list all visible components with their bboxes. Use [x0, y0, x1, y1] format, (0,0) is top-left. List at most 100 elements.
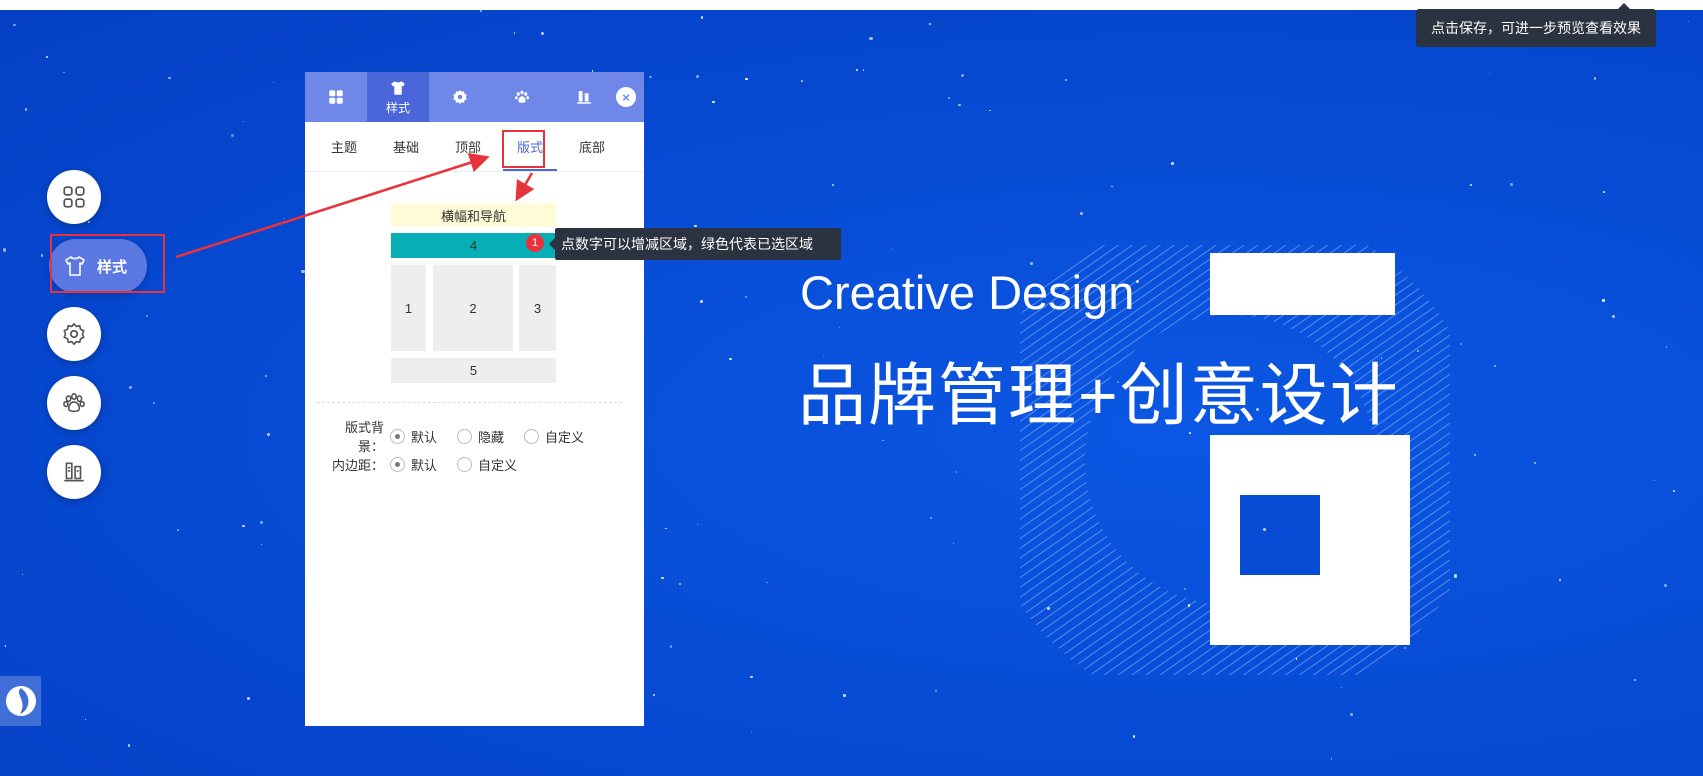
bg-custom-radio[interactable] — [524, 428, 540, 444]
star — [1687, 20, 1690, 23]
star — [84, 719, 87, 721]
star — [1345, 442, 1347, 444]
star — [264, 374, 267, 377]
star — [1672, 489, 1676, 492]
star — [947, 97, 950, 100]
panel-subtab-bar: 主题 基础 顶部 版式 底部 — [305, 122, 644, 172]
star — [750, 731, 753, 733]
paw-button[interactable] — [47, 376, 101, 430]
brand-logo[interactable] — [0, 676, 41, 726]
paw-icon — [515, 90, 529, 103]
star — [831, 183, 835, 187]
star — [1533, 462, 1536, 465]
building-icon — [64, 462, 84, 482]
bg-hide-label: 隐藏 — [478, 429, 505, 445]
star — [243, 121, 245, 123]
star — [935, 689, 938, 692]
star — [1489, 72, 1491, 74]
star — [952, 542, 954, 544]
star — [1349, 712, 1354, 716]
padding-custom-radio[interactable] — [457, 457, 473, 472]
subtab-basic[interactable]: 基础 — [375, 122, 437, 171]
star — [479, 10, 482, 12]
star — [168, 76, 171, 80]
padding-row: 内边距： 默认 自定义 — [321, 455, 531, 474]
star — [13, 23, 16, 27]
preview-canvas: Creative Design 品牌管理+创意设计 — [0, 10, 1703, 776]
star — [1454, 574, 1458, 578]
star — [665, 527, 667, 530]
annotation-box-layout-tab — [502, 130, 545, 168]
star — [261, 543, 263, 545]
building-button[interactable] — [47, 445, 101, 499]
star — [1469, 183, 1473, 187]
bg-custom-label: 自定义 — [545, 429, 585, 445]
grid-icon — [329, 90, 343, 104]
panel-tab-style-label: 样式 — [385, 100, 410, 115]
star — [1634, 678, 1637, 682]
bg-default-radio[interactable] — [390, 428, 405, 444]
star — [1602, 298, 1606, 302]
area-hint-tooltip: 点数字可以增减区域，绿色代表已选区域 — [549, 228, 841, 260]
star — [1494, 365, 1496, 367]
star — [260, 521, 264, 524]
star — [1248, 265, 1251, 268]
star — [1135, 279, 1139, 283]
layout-area-1[interactable]: 1 — [391, 265, 426, 351]
star — [1340, 686, 1342, 688]
star — [513, 32, 516, 34]
layout-area-2[interactable]: 2 — [433, 265, 513, 351]
padding-default-radio[interactable] — [390, 457, 405, 472]
star — [750, 676, 753, 679]
subtab-header[interactable]: 顶部 — [437, 122, 499, 171]
layout-area-3[interactable]: 3 — [519, 265, 556, 351]
star — [152, 402, 155, 405]
star — [242, 524, 245, 528]
subtab-theme[interactable]: 主题 — [313, 122, 375, 171]
apps-button[interactable] — [47, 170, 101, 224]
apps-icon — [63, 186, 85, 208]
subtab-footer[interactable]: 底部 — [561, 122, 623, 171]
star — [1133, 735, 1136, 738]
bg-default-label: 默认 — [411, 429, 438, 445]
star — [652, 694, 655, 696]
star — [678, 582, 682, 586]
panel-tab-settings[interactable] — [429, 72, 491, 122]
panel-tab-paw[interactable] — [491, 72, 553, 122]
star — [696, 524, 698, 526]
panel-tab-bar: 样式 × — [305, 72, 644, 122]
style-settings-panel: 样式 × 主题 基础 顶部 版式 底部 横幅和导航 4 1 2 3 5 版式背景… — [305, 72, 644, 726]
panel-divider — [317, 402, 622, 403]
star — [989, 109, 992, 112]
star — [801, 79, 803, 82]
star — [266, 433, 270, 436]
step-badge: 1 — [526, 234, 544, 252]
star — [272, 81, 275, 83]
panel-tab-style[interactable]: 样式 — [367, 72, 429, 122]
star — [1653, 480, 1655, 482]
star — [745, 77, 748, 80]
star — [729, 357, 732, 361]
panel-tab-building[interactable] — [553, 72, 615, 122]
star — [1330, 758, 1332, 760]
layout-area-5[interactable]: 5 — [391, 358, 556, 383]
layout-banner-area[interactable]: 横幅和导航 — [391, 203, 556, 227]
star — [958, 103, 961, 106]
panel-tab-grid[interactable] — [305, 72, 367, 122]
bg-hide-radio[interactable] — [457, 428, 473, 444]
star — [1189, 431, 1192, 434]
panel-close-button[interactable]: × — [616, 87, 636, 107]
star — [766, 581, 768, 583]
star — [1460, 343, 1463, 346]
star — [669, 644, 673, 648]
star — [928, 22, 931, 25]
star — [960, 74, 964, 78]
star — [1269, 440, 1273, 444]
star — [661, 576, 665, 580]
star — [694, 224, 697, 228]
padding-label: 内边距： — [331, 458, 384, 473]
star — [1065, 79, 1068, 81]
star — [145, 314, 149, 318]
settings-button[interactable] — [47, 307, 101, 361]
star — [745, 295, 748, 298]
